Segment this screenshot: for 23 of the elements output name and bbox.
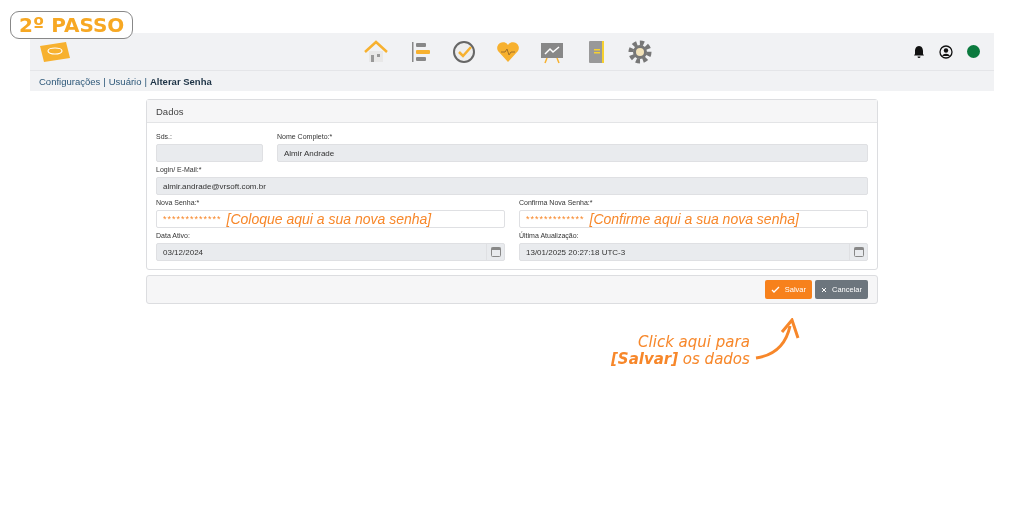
breadcrumb-separator: |: [144, 75, 147, 87]
home-icon[interactable]: [362, 38, 389, 65]
logo-icon[interactable]: [38, 39, 72, 64]
breadcrumb-link[interactable]: Configurações: [39, 75, 101, 87]
gear-icon[interactable]: [626, 38, 653, 65]
input-field[interactable]: 03/12/2024: [156, 243, 505, 261]
check-clock-icon[interactable]: [450, 38, 477, 65]
callout-text: Click aqui para [Salvar] os dados: [611, 334, 750, 367]
panel-title: Dados: [156, 105, 184, 117]
user-icon[interactable]: [939, 44, 953, 59]
breadcrumb-link[interactable]: Usuário: [108, 75, 142, 87]
input-field[interactable]: 13/01/2025 20:27:18 UTC-3: [519, 243, 868, 261]
input-field[interactable]: almir.andrade@vrsoft.com.br: [156, 177, 868, 195]
bell-icon[interactable]: [913, 45, 925, 58]
check-icon: [770, 286, 780, 293]
calendar-icon[interactable]: [853, 247, 864, 257]
input-field[interactable]: Almir Andrade: [277, 144, 868, 162]
breadcrumb-separator: |: [103, 75, 106, 87]
step-badge: 2º PASSO: [10, 11, 134, 39]
breadcrumb-link[interactable]: Alterar Senha: [149, 75, 212, 87]
input-field[interactable]: [156, 144, 263, 162]
calendar-icon[interactable]: [490, 247, 501, 257]
close-icon: [821, 286, 827, 293]
